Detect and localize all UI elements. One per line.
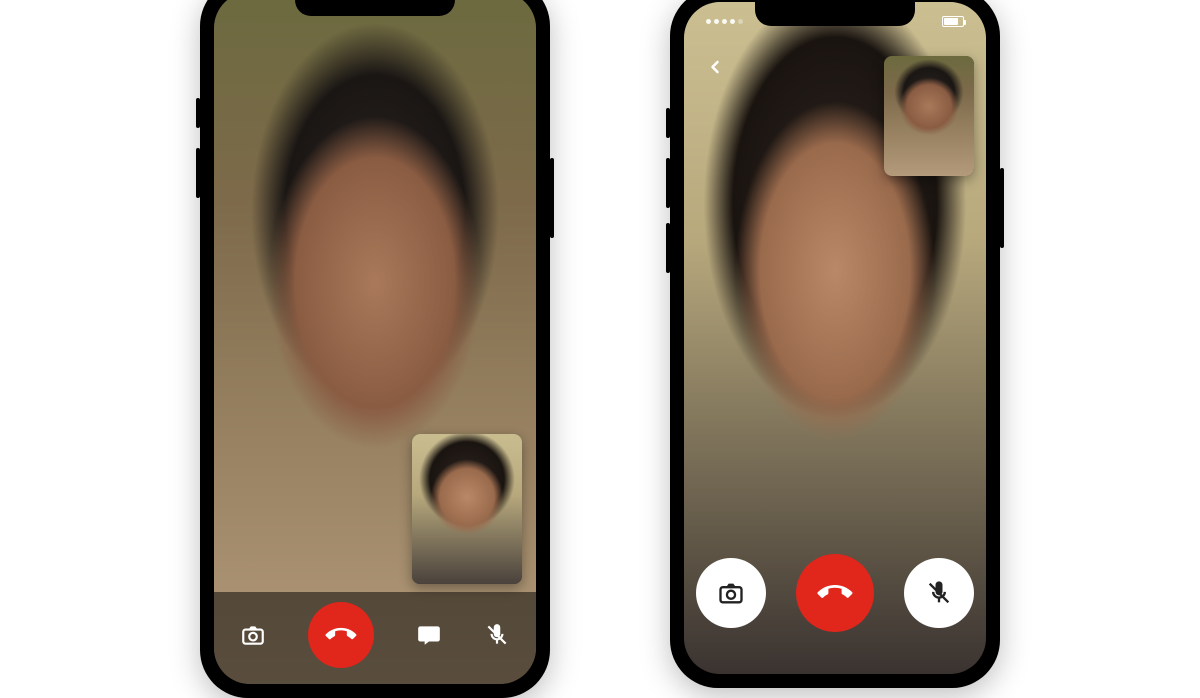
signal-icon (706, 19, 743, 24)
message-icon (416, 622, 442, 648)
call-controls (684, 532, 986, 674)
mute-button[interactable] (904, 558, 974, 628)
power-button[interactable] (1000, 168, 1004, 248)
self-view-video (412, 434, 522, 584)
power-button[interactable] (550, 158, 554, 238)
phone-frame-right (670, 0, 1000, 688)
open-chat-button[interactable] (416, 622, 442, 648)
volume-up-button[interactable] (196, 98, 200, 128)
self-view[interactable] (884, 56, 974, 176)
battery-icon (942, 16, 964, 27)
screen (214, 0, 536, 684)
silent-switch[interactable] (666, 108, 670, 138)
screen (684, 2, 986, 674)
camera-icon (240, 622, 266, 648)
end-call-icon (320, 613, 362, 655)
switch-camera-button[interactable] (240, 622, 266, 648)
volume-down-button[interactable] (666, 223, 670, 273)
end-call-button[interactable] (796, 554, 874, 632)
notch (295, 0, 455, 16)
camera-icon (717, 579, 745, 607)
call-controls (214, 592, 536, 684)
self-view[interactable] (412, 434, 522, 584)
back-button[interactable] (698, 50, 732, 84)
volume-up-button[interactable] (666, 158, 670, 208)
end-call-button[interactable] (308, 602, 374, 668)
phone-frame-left (200, 0, 550, 698)
end-call-icon (811, 568, 859, 616)
status-bar (684, 2, 986, 42)
chevron-left-icon (705, 57, 725, 77)
microphone-muted-icon (925, 579, 953, 607)
self-view-video (884, 56, 974, 176)
microphone-muted-icon (484, 622, 510, 648)
switch-camera-button[interactable] (696, 558, 766, 628)
volume-down-button[interactable] (196, 148, 200, 198)
mute-button[interactable] (484, 622, 510, 648)
